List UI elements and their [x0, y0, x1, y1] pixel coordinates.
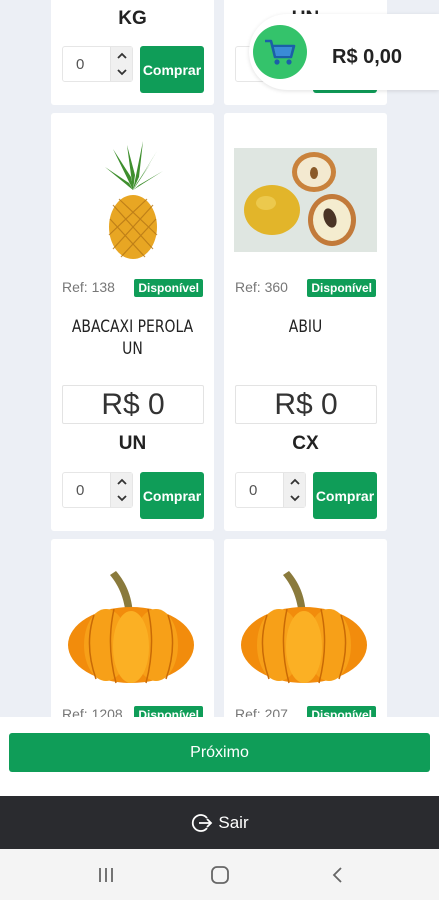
- status-badge: Disponível: [307, 279, 376, 297]
- recents-icon[interactable]: [95, 864, 117, 886]
- quantity-value[interactable]: 0: [76, 482, 84, 499]
- footer: Próximo: [0, 717, 439, 796]
- quantity-stepper[interactable]: 0: [62, 46, 133, 82]
- product-card: Ref: 1208 Disponível: [51, 539, 214, 717]
- product-ref: Ref: 207: [235, 706, 288, 717]
- increment-icon[interactable]: [111, 473, 132, 490]
- product-ref: Ref: 138: [62, 279, 115, 295]
- product-list[interactable]: KG 0 Comprar UN Comprar: [0, 0, 439, 717]
- status-badge: Disponível: [307, 706, 376, 717]
- shopping-cart-icon[interactable]: [253, 25, 307, 79]
- decrement-icon[interactable]: [111, 64, 132, 81]
- unit-label: UN: [118, 433, 147, 454]
- product-image-pineapple[interactable]: [83, 135, 183, 260]
- system-navigation-bar: [0, 849, 439, 900]
- status-badge: Disponível: [134, 279, 203, 297]
- product-card: Ref: 138 Disponível ABACAXI PEROLA UN R$…: [51, 113, 214, 531]
- next-button[interactable]: Próximo: [9, 733, 430, 772]
- product-card: Ref: 207 Disponível: [224, 539, 387, 717]
- buy-button[interactable]: Comprar: [140, 472, 204, 519]
- product-ref: Ref: 360: [235, 279, 288, 295]
- product-price: R$ 0: [62, 385, 204, 424]
- product-card: KG 0 Comprar: [51, 0, 214, 105]
- increment-icon[interactable]: [111, 47, 132, 64]
- unit-label: CX: [292, 433, 319, 454]
- quantity-stepper[interactable]: 0: [62, 472, 133, 508]
- exit-label: Sair: [218, 812, 249, 832]
- logout-icon: [192, 813, 213, 832]
- product-image-abiu[interactable]: [234, 148, 377, 252]
- decrement-icon[interactable]: [111, 490, 132, 507]
- product-name: ABACAXI PEROLA UN: [71, 317, 194, 359]
- buy-button[interactable]: Comprar: [140, 46, 204, 93]
- product-card: Ref: 360 Disponível ABIU R$ 0 CX 0 Compr…: [224, 113, 387, 531]
- status-badge: Disponível: [134, 706, 203, 717]
- quantity-stepper[interactable]: 0: [235, 472, 306, 508]
- cart-summary[interactable]: R$ 0,00: [249, 14, 439, 90]
- quantity-value[interactable]: 0: [249, 482, 257, 499]
- product-name: ABIU: [288, 317, 323, 337]
- increment-icon[interactable]: [284, 473, 305, 490]
- home-icon[interactable]: [209, 864, 231, 886]
- product-image-pumpkin[interactable]: [66, 569, 196, 685]
- decrement-icon[interactable]: [284, 490, 305, 507]
- back-icon[interactable]: [326, 864, 348, 886]
- product-ref: Ref: 1208: [62, 706, 123, 717]
- product-price: R$ 0: [235, 385, 377, 424]
- product-image-pumpkin[interactable]: [239, 569, 369, 685]
- exit-button[interactable]: Sair: [0, 796, 439, 849]
- quantity-value[interactable]: 0: [76, 56, 84, 73]
- cart-total: R$ 0,00: [332, 46, 403, 68]
- unit-label: KG: [118, 8, 147, 29]
- buy-button[interactable]: Comprar: [313, 472, 377, 519]
